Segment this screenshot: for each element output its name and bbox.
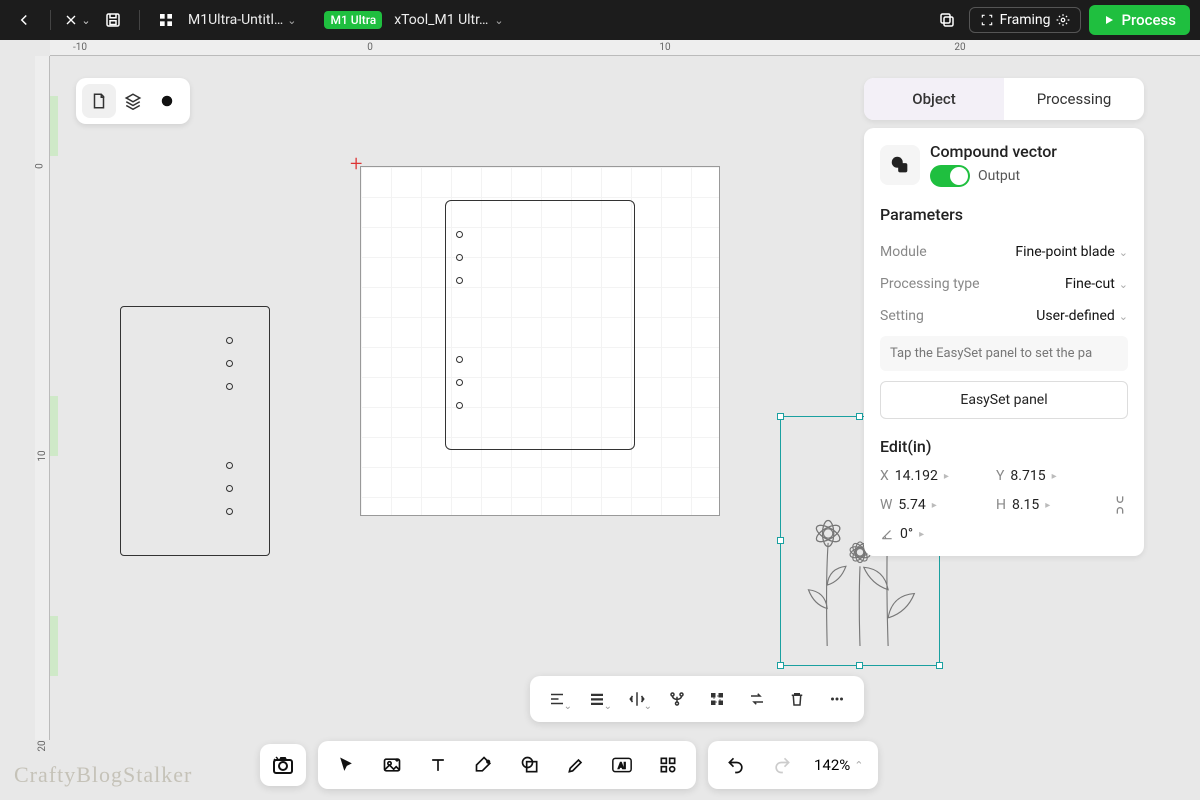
origin-crosshair: + xyxy=(350,152,362,177)
ruler-tick: 10 xyxy=(659,42,670,53)
punch-holes xyxy=(456,231,463,284)
ptype-label: Processing type xyxy=(880,276,980,292)
setting-label: Setting xyxy=(880,308,924,324)
history-zoom: 142%⌃ xyxy=(708,741,878,789)
save-button[interactable] xyxy=(99,6,127,34)
page-icon[interactable] xyxy=(82,84,116,118)
copy-icon[interactable] xyxy=(933,6,961,34)
module-label: Module xyxy=(880,244,927,260)
compound-vector-title: Compound vector xyxy=(930,142,1128,161)
zoom-dropdown[interactable]: 142%⌃ xyxy=(808,756,870,774)
horizontal-ruler: -10 0 10 20 xyxy=(50,40,1200,56)
camera-button[interactable] xyxy=(260,744,306,786)
ruler-tick: 20 xyxy=(954,42,965,53)
compound-vector-icon xyxy=(880,145,920,185)
align-icon[interactable] xyxy=(540,684,574,714)
ruler-tick: 0 xyxy=(34,163,45,169)
file-name: M1Ultra-Untitl… xyxy=(188,12,283,28)
file-name-dropdown[interactable]: M1Ultra-Untitl… ⌄ xyxy=(188,12,296,28)
module-row[interactable]: Module Fine-point blade⌄ xyxy=(880,236,1128,268)
process-label: Process xyxy=(1121,11,1176,29)
gear-icon xyxy=(1056,13,1070,27)
properties-panel: Object Processing Compound vector Output… xyxy=(864,78,1144,556)
w-field[interactable]: W5.74▸ xyxy=(880,497,984,513)
shape-tool[interactable] xyxy=(510,747,550,783)
main-tools: AI xyxy=(318,741,696,789)
select-tool[interactable] xyxy=(326,747,366,783)
output-label: Output xyxy=(978,168,1020,184)
ai-tool[interactable]: AI xyxy=(602,747,642,783)
device-dropdown[interactable]: xTool_M1 Ultr… ⌄ xyxy=(394,12,503,28)
y-field[interactable]: Y8.715▸ xyxy=(996,468,1100,484)
angle-field[interactable]: 0°▸ xyxy=(880,526,984,542)
device-badge: M1 Ultra xyxy=(324,11,382,29)
framing-button[interactable]: Framing xyxy=(969,7,1082,33)
apps-icon[interactable] xyxy=(152,6,180,34)
parameters-header: Parameters xyxy=(880,205,1128,224)
framing-label: Framing xyxy=(1000,12,1051,28)
undo-button[interactable] xyxy=(716,747,756,783)
zoom-value: 142% xyxy=(814,756,850,774)
svg-text:AI: AI xyxy=(618,761,626,771)
vertical-ruler: 0 10 20 xyxy=(35,56,50,740)
ruler-tick: 0 xyxy=(367,42,373,53)
apps-tool[interactable] xyxy=(648,747,688,783)
easyset-hint: Tap the EasySet panel to set the pa xyxy=(880,336,1128,371)
tab-processing[interactable]: Processing xyxy=(1004,78,1144,120)
layers-icon[interactable] xyxy=(116,84,150,118)
module-value: Fine-point blade xyxy=(1015,244,1114,260)
lock-aspect-icon[interactable] xyxy=(1112,494,1128,516)
green-band xyxy=(50,396,58,456)
punch-holes xyxy=(456,356,463,409)
device-name: xTool_M1 Ultr… xyxy=(394,12,488,28)
setting-value: User-defined xyxy=(1036,308,1114,324)
layer-toolbar xyxy=(76,78,190,124)
h-field[interactable]: H8.15▸ xyxy=(996,497,1100,513)
redo-button[interactable] xyxy=(762,747,802,783)
output-toggle[interactable] xyxy=(930,165,970,187)
ruler-tick: 10 xyxy=(37,450,48,461)
edit-nodes-icon[interactable] xyxy=(660,684,694,714)
tab-object[interactable]: Object xyxy=(864,78,1004,120)
app-menu-button[interactable]: ⌄ xyxy=(63,6,91,34)
array-icon[interactable] xyxy=(700,684,734,714)
ruler-tick: -10 xyxy=(73,42,87,53)
fill-icon[interactable] xyxy=(150,84,184,118)
distribute-icon[interactable] xyxy=(580,684,614,714)
punch-holes xyxy=(226,337,233,390)
punch-holes xyxy=(226,462,233,515)
edit-header: Edit(in) xyxy=(880,437,1128,456)
angle-icon xyxy=(880,527,894,541)
setting-row[interactable]: Setting User-defined⌄ xyxy=(880,300,1128,332)
process-button[interactable]: Process xyxy=(1089,5,1190,35)
delete-icon[interactable] xyxy=(780,684,814,714)
easyset-button[interactable]: EasySet panel xyxy=(880,381,1128,419)
image-tool[interactable] xyxy=(372,747,412,783)
shape-planner-page-small[interactable] xyxy=(120,306,270,556)
swap-icon[interactable] xyxy=(740,684,774,714)
green-band xyxy=(50,96,58,156)
flip-icon[interactable] xyxy=(620,684,654,714)
shape-planner-page[interactable] xyxy=(445,200,635,450)
processing-type-row[interactable]: Processing type Fine-cut⌄ xyxy=(880,268,1128,300)
ptype-value: Fine-cut xyxy=(1065,276,1115,292)
text-tool[interactable] xyxy=(418,747,458,783)
green-band xyxy=(50,616,58,676)
draw-tool[interactable] xyxy=(556,747,596,783)
context-toolbar xyxy=(530,676,864,722)
back-button[interactable] xyxy=(10,6,38,34)
x-field[interactable]: X14.192▸ xyxy=(880,468,984,484)
more-icon[interactable] xyxy=(820,684,854,714)
vector-pen-tool[interactable] xyxy=(464,747,504,783)
